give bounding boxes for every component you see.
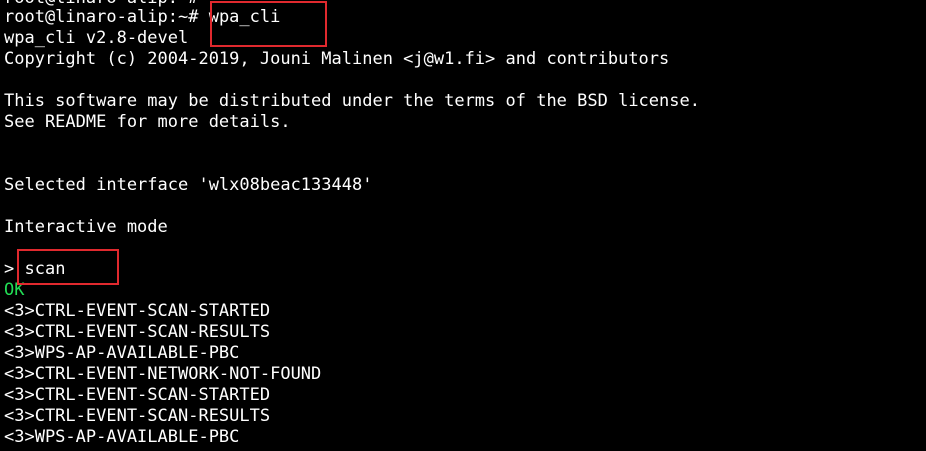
- interactive-mode-line: Interactive mode: [4, 217, 168, 237]
- command-highlight-box: [210, 1, 327, 47]
- interactive-prompt: >: [4, 259, 15, 279]
- license-line-2: See README for more details.: [4, 112, 291, 132]
- version-line: wpa_cli v2.8-devel: [4, 28, 189, 48]
- event-line: <3>WPS-AP-AVAILABLE-PBC: [4, 343, 240, 363]
- event-line: <3>CTRL-EVENT-SCAN-STARTED: [4, 385, 271, 405]
- event-line: <3>CTRL-EVENT-SCAN-RESULTS: [4, 322, 271, 342]
- license-line-1: This software may be distributed under t…: [4, 91, 700, 111]
- event-line: <3>CTRL-EVENT-SCAN-RESULTS: [4, 406, 271, 426]
- scan-highlight-box: [17, 249, 119, 285]
- selected-interface-line: Selected interface 'wlx08beac133448': [4, 175, 373, 195]
- copyright-line: Copyright (c) 2004-2019, Jouni Malinen <…: [4, 49, 670, 69]
- shell-prompt: root@linaro-alip:~#: [4, 7, 199, 27]
- event-line: <3>CTRL-EVENT-NETWORK-NOT-FOUND: [4, 364, 322, 384]
- terminal-window[interactable]: root@linaro-alip:~# root@linaro-alip:~# …: [0, 0, 926, 451]
- event-line: <3>CTRL-EVENT-SCAN-STARTED: [4, 301, 271, 321]
- event-line: <3>WPS-AP-AVAILABLE-PBC: [4, 427, 240, 447]
